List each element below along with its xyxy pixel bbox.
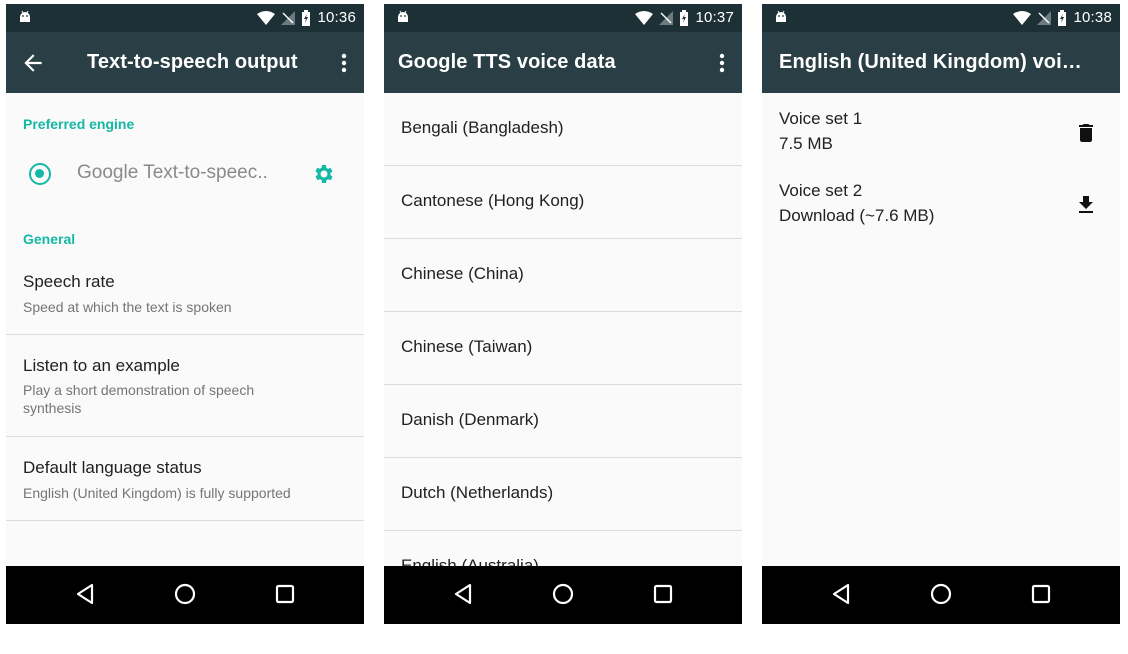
- voice-subtitle: 7.5 MB: [779, 134, 833, 153]
- overflow-menu-icon[interactable]: [712, 50, 732, 76]
- home-nav-icon[interactable]: [928, 581, 954, 607]
- status-bar: 10:37: [384, 4, 742, 32]
- status-time: 10:37: [695, 9, 734, 26]
- android-notification-icon: [398, 10, 408, 22]
- back-nav-icon[interactable]: [72, 581, 98, 607]
- language-item[interactable]: Chinese (China): [384, 239, 742, 312]
- pref-listen-example[interactable]: Listen to an example Play a short demons…: [6, 335, 364, 437]
- app-bar: Google TTS voice data: [384, 32, 742, 93]
- android-notification-icon: [776, 10, 786, 22]
- back-nav-icon[interactable]: [450, 581, 476, 607]
- language-label: Chinese (China): [401, 264, 524, 283]
- wifi-icon: [635, 11, 654, 25]
- page-title: English (United Kingdom) voi…: [779, 51, 1082, 73]
- voice-set-item[interactable]: Voice set 2 Download (~7.6 MB): [762, 181, 1120, 253]
- app-bar: English (United Kingdom) voi…: [762, 32, 1120, 93]
- android-notification-icon: [20, 10, 30, 22]
- pref-summary: Speed at which the text is spoken: [23, 299, 232, 315]
- language-label: Dutch (Netherlands): [401, 483, 554, 502]
- wifi-icon: [257, 11, 276, 25]
- engine-radio-selected[interactable]: [29, 163, 51, 185]
- status-time: 10:38: [1073, 9, 1112, 26]
- wifi-icon: [1013, 11, 1032, 25]
- phone-tts-output: 10:36 Text-to-speech output Preferred en…: [6, 0, 364, 654]
- engine-option-row[interactable]: Google Text-to-speec..: [6, 150, 364, 198]
- recents-nav-icon[interactable]: [272, 581, 298, 607]
- status-bar: 10:36: [6, 4, 364, 32]
- page-title: Text-to-speech output: [87, 51, 298, 73]
- voice-subtitle: Download (~7.6 MB): [779, 206, 935, 225]
- language-label: Cantonese (Hong Kong): [401, 191, 585, 210]
- delete-icon[interactable]: [1074, 121, 1098, 145]
- preferred-engine-header: Preferred engine: [23, 116, 135, 132]
- language-item[interactable]: Dutch (Netherlands): [384, 458, 742, 531]
- voice-title: Voice set 1: [779, 109, 863, 128]
- engine-label: Google Text-to-speec..: [77, 162, 268, 183]
- back-nav-icon[interactable]: [828, 581, 854, 607]
- battery-charging-icon: [680, 10, 689, 26]
- gear-icon[interactable]: [311, 162, 335, 186]
- battery-charging-icon: [302, 10, 311, 26]
- download-icon[interactable]: [1074, 193, 1098, 217]
- language-label: Chinese (Taiwan): [401, 337, 533, 356]
- recents-nav-icon[interactable]: [1028, 581, 1054, 607]
- language-item[interactable]: Chinese (Taiwan): [384, 312, 742, 385]
- voice-title: Voice set 2: [779, 181, 863, 200]
- pref-title: Default language status: [23, 458, 202, 477]
- language-item[interactable]: Cantonese (Hong Kong): [384, 166, 742, 239]
- screen: 10:37 Google TTS voice data Bengali (Ban…: [384, 4, 742, 624]
- language-label: Bengali (Bangladesh): [401, 118, 564, 137]
- home-nav-icon[interactable]: [172, 581, 198, 607]
- language-item[interactable]: Bengali (Bangladesh): [384, 93, 742, 166]
- pref-default-language-status[interactable]: Default language status English (United …: [6, 437, 364, 521]
- screen: 10:38 English (United Kingdom) voi… Voic…: [762, 4, 1120, 624]
- battery-charging-icon: [1058, 10, 1067, 26]
- pref-title: Speech rate: [23, 272, 115, 291]
- nav-bar: [6, 566, 364, 624]
- status-bar: 10:38: [762, 4, 1120, 32]
- general-header: General: [23, 231, 76, 247]
- voice-set-item[interactable]: Voice set 1 7.5 MB: [762, 109, 1120, 181]
- recents-nav-icon[interactable]: [650, 581, 676, 607]
- language-item[interactable]: Danish (Denmark): [384, 385, 742, 458]
- no-signal-icon: [1037, 11, 1052, 25]
- home-nav-icon[interactable]: [550, 581, 576, 607]
- screen: 10:36 Text-to-speech output Preferred en…: [6, 4, 364, 624]
- phone-voice-data: 10:37 Google TTS voice data Bengali (Ban…: [384, 0, 742, 654]
- app-bar: Text-to-speech output: [6, 32, 364, 93]
- nav-bar: [762, 566, 1120, 624]
- no-signal-icon: [659, 11, 674, 25]
- pref-summary: English (United Kingdom) is fully suppor…: [23, 485, 291, 501]
- status-time: 10:36: [317, 9, 356, 26]
- back-arrow-icon[interactable]: [20, 50, 46, 76]
- page-title: Google TTS voice data: [398, 51, 616, 73]
- pref-summary: Play a short demonstration of speech syn…: [23, 382, 255, 416]
- no-signal-icon: [281, 11, 296, 25]
- pref-title: Listen to an example: [23, 356, 180, 375]
- pref-speech-rate[interactable]: Speech rate Speed at which the text is s…: [6, 254, 364, 335]
- language-label: Danish (Denmark): [401, 410, 539, 429]
- overflow-menu-icon[interactable]: [334, 50, 354, 76]
- nav-bar: [384, 566, 742, 624]
- phone-voice-sets: 10:38 English (United Kingdom) voi… Voic…: [762, 0, 1120, 654]
